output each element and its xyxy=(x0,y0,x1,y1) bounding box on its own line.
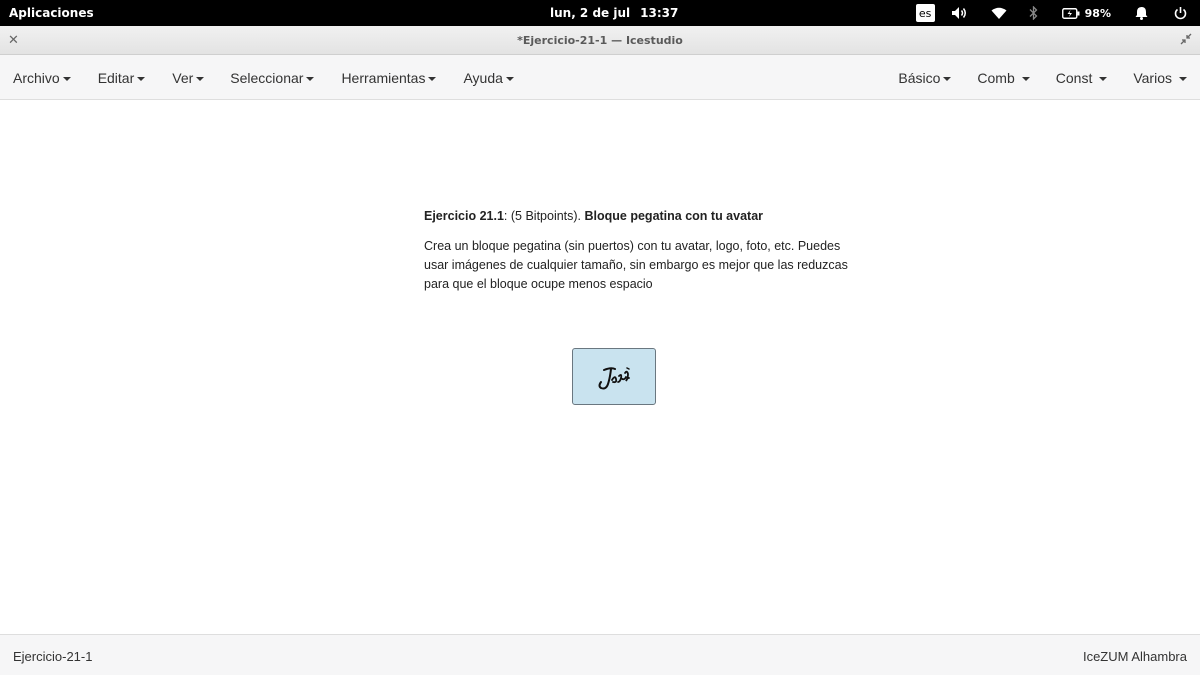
restore-window-icon[interactable] xyxy=(1180,33,1192,48)
caret-down-icon xyxy=(505,76,514,81)
caret-down-icon xyxy=(1179,76,1187,81)
menu-seleccionar-label: Seleccionar xyxy=(230,69,304,86)
exercise-title: Bloque pegatina con tu avatar xyxy=(584,209,764,223)
info-heading: Ejercicio 21.1: (5 Bitpoints). Bloque pe… xyxy=(424,207,854,226)
info-body: Crea un bloque pegatina (sin puertos) co… xyxy=(424,239,848,291)
volume-icon[interactable] xyxy=(951,0,969,26)
menu-archivo[interactable]: Archivo xyxy=(13,70,71,86)
menu-varios-label: Varios xyxy=(1133,69,1172,86)
power-icon[interactable] xyxy=(1174,0,1187,26)
caret-down-icon xyxy=(306,76,315,81)
window-title-bar[interactable]: ✕ *Ejercicio-21-1 — Icestudio xyxy=(0,26,1200,55)
main-menu: Archivo Editar Ver Seleccionar Herramien… xyxy=(13,55,514,100)
menu-herramientas-label: Herramientas xyxy=(341,69,426,86)
menu-basico-label: Básico xyxy=(898,69,941,86)
caret-down-icon xyxy=(428,76,437,81)
system-top-bar: Aplicaciones lun, 2 de jul 13:37 es 98% xyxy=(0,0,1200,26)
caret-down-icon xyxy=(62,76,71,81)
blocks-menu: Básico Comb Const Varios xyxy=(898,55,1187,100)
menu-herramientas[interactable]: Herramientas xyxy=(341,69,437,86)
bluetooth-icon[interactable] xyxy=(1029,0,1038,26)
menu-basico[interactable]: Básico xyxy=(898,69,952,86)
notifications-bell-icon[interactable] xyxy=(1135,0,1148,26)
clock-date: lun, 2 de jul xyxy=(550,6,631,20)
caret-down-icon xyxy=(1099,76,1108,81)
menu-varios[interactable]: Varios xyxy=(1133,70,1187,86)
menu-editar[interactable]: Editar xyxy=(98,70,146,86)
exercise-points: : (5 Bitpoints). xyxy=(503,209,585,223)
window-title: *Ejercicio-21-1 — Icestudio xyxy=(517,34,683,47)
menu-const[interactable]: Const xyxy=(1056,70,1108,86)
project-name: Ejercicio-21-1 xyxy=(13,649,93,664)
caret-down-icon xyxy=(196,76,205,81)
keyboard-language[interactable]: es xyxy=(915,4,935,22)
applications-menu[interactable]: Aplicaciones xyxy=(9,6,94,20)
wifi-icon[interactable] xyxy=(991,0,1007,26)
menu-comb-label: Comb xyxy=(977,69,1015,86)
design-canvas[interactable]: Ejercicio 21.1: (5 Bitpoints). Bloque pe… xyxy=(0,100,1200,634)
caret-down-icon xyxy=(943,76,952,81)
menu-seleccionar[interactable]: Seleccionar xyxy=(230,69,315,86)
menu-ayuda[interactable]: Ayuda xyxy=(463,69,514,86)
menu-ver-label: Ver xyxy=(172,69,194,86)
caret-down-icon xyxy=(137,76,146,81)
menu-editar-label: Editar xyxy=(97,69,135,86)
menu-comb[interactable]: Comb xyxy=(977,69,1030,86)
clock[interactable]: lun, 2 de jul 13:37 xyxy=(550,6,688,20)
system-tray: es 98% xyxy=(915,0,1200,26)
menu-bar: Archivo Editar Ver Seleccionar Herramien… xyxy=(0,55,1200,100)
exercise-number: Ejercicio 21.1 xyxy=(424,209,504,223)
signature-image xyxy=(598,366,630,389)
caret-down-icon xyxy=(1021,76,1030,81)
sticker-block[interactable] xyxy=(572,348,656,405)
info-block[interactable]: Ejercicio 21.1: (5 Bitpoints). Bloque pe… xyxy=(424,207,854,305)
menu-const-label: Const xyxy=(1055,69,1093,86)
menu-archivo-label: Archivo xyxy=(13,69,60,86)
menu-ayuda-label: Ayuda xyxy=(463,69,503,86)
clock-time: 13:37 xyxy=(640,6,679,20)
battery-percentage: 98% xyxy=(1084,6,1111,20)
status-bar: Ejercicio-21-1 IceZUM Alhambra xyxy=(0,634,1200,675)
menu-ver[interactable]: Ver xyxy=(172,69,205,86)
battery-icon[interactable] xyxy=(1061,0,1080,26)
selected-board[interactable]: IceZUM Alhambra xyxy=(1083,649,1187,664)
